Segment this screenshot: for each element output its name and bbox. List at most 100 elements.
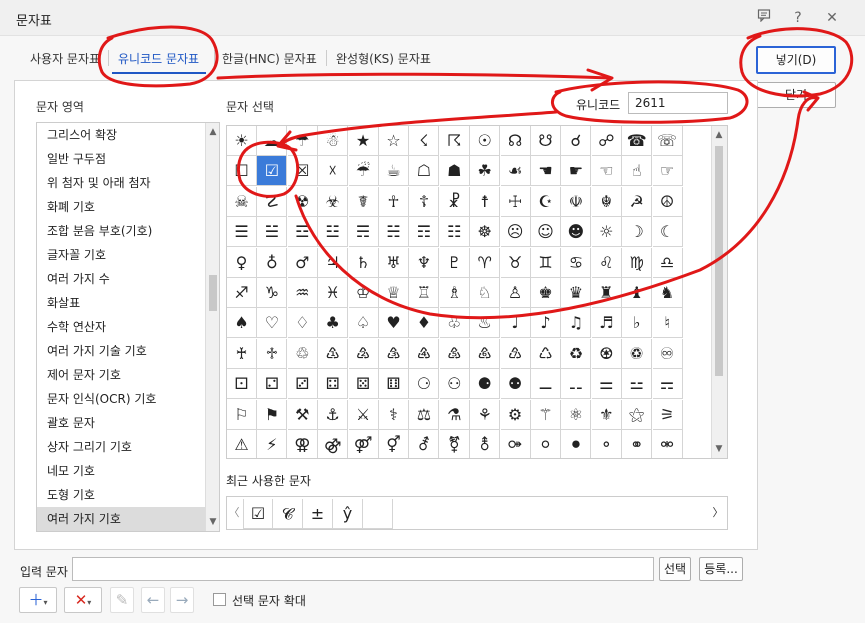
area-item[interactable]: 여러 가지 기술 기호 [37, 339, 219, 363]
area-item[interactable]: 그리스어 확장 [37, 123, 219, 147]
symbol-cell[interactable]: ☝ [622, 156, 653, 187]
symbol-cell[interactable]: ⚇ [439, 369, 470, 400]
symbol-cell[interactable]: ♬ [591, 308, 622, 339]
symbol-cell[interactable]: ☽ [622, 217, 653, 248]
symbol-cell[interactable]: ♰ [227, 338, 257, 369]
symbol-cell[interactable]: ☧ [439, 186, 470, 217]
symbol-cell[interactable]: ♝ [622, 278, 653, 308]
symbol-cell[interactable]: ♖ [409, 278, 440, 308]
symbol-cell[interactable]: ⚆ [409, 369, 440, 400]
symbol-cell[interactable]: ♆ [409, 247, 440, 278]
tab-hnc-charmap[interactable]: 한글(HNC) 문자표 [222, 50, 317, 67]
area-scrollbar[interactable]: ▲ ▼ [205, 123, 219, 531]
symbol-cell[interactable]: ♃ [318, 247, 349, 278]
symbol-cell[interactable]: ♽ [622, 338, 653, 369]
symbol-cell[interactable]: ♒ [287, 278, 318, 308]
symbol-cell[interactable]: ⚮ [653, 430, 683, 458]
symbol-cell[interactable]: ⚠ [227, 430, 257, 458]
symbol-grid[interactable]: ☀ ☁ ☂ ☃ ★ ☆ ☇ ☈ ☉ ☊ ☋ ☌ ☍ ☎ ☏ ☐ ☑ ☒ ☓ ☔ ☕ ☖ ☗ ☘ ☙ ☚ ☛ ☜ ☝ ☞ ☠ ☡ ☢ ☣ ☤ ☥ ☦ ☧ ☨ ☩… [226, 125, 728, 459]
symbol-cell[interactable]: ☶ [409, 217, 440, 248]
symbol-cell[interactable]: ♓ [318, 278, 349, 308]
symbol-cell[interactable]: ♚ [531, 278, 561, 308]
symbol-cell[interactable]: ⚀ [227, 369, 257, 400]
symbol-cell[interactable]: ☂ [287, 126, 318, 156]
symbol-cell[interactable]: ☙ [500, 156, 531, 187]
symbol-cell[interactable]: ⚄ [348, 369, 379, 400]
symbol-cell[interactable]: ☈ [439, 126, 470, 156]
symbol-cell[interactable]: ♌ [591, 247, 622, 278]
symbol-cell[interactable]: ♘ [470, 278, 501, 308]
symbol-cell[interactable]: ⚋ [561, 369, 592, 400]
symbol-cell[interactable]: ☮ [652, 186, 683, 217]
symbol-cell[interactable]: ☎ [622, 126, 653, 156]
symbol-cell[interactable]: ☡ [257, 186, 288, 217]
symbol-cell[interactable]: ☗ [439, 156, 470, 187]
symbol-cell[interactable]: ♡ [257, 308, 288, 339]
symbol-cell[interactable]: ⚎ [652, 369, 683, 400]
help-icon[interactable]: ? [787, 7, 809, 29]
scroll-thumb[interactable] [209, 275, 217, 311]
symbol-cell[interactable]: ♔ [348, 278, 379, 308]
symbol-cell[interactable]: ♾ [652, 338, 683, 369]
area-item[interactable]: 문자 인식(OCR) 기호 [37, 387, 219, 411]
area-list[interactable]: 그리스어 확장 일반 구두점 위 첨자 및 아래 첨자 화폐 기호 조합 분음 부호(기… [36, 122, 220, 532]
symbol-cell[interactable]: ★ [348, 126, 379, 156]
symbol-cell[interactable]: ⚚ [531, 399, 561, 430]
symbol-cell[interactable]: ♋ [561, 247, 592, 278]
symbol-cell[interactable]: ⚪ [531, 430, 561, 458]
symbol-cell[interactable]: ⚞ [652, 399, 683, 430]
symbol-cell[interactable]: ⚔ [348, 399, 379, 430]
symbol-cell[interactable]: ☰ [227, 217, 257, 248]
symbol-cell[interactable]: ♑ [257, 278, 288, 308]
symbol-cell[interactable]: ⚉ [500, 369, 531, 400]
symbol-cell[interactable]: ☷ [439, 217, 470, 248]
symbol-cell[interactable]: ☺ [531, 217, 561, 248]
symbol-cell[interactable]: ♦ [409, 308, 440, 339]
symbol-cell[interactable]: ♮ [652, 308, 683, 339]
area-item[interactable]: 화폐 기호 [37, 195, 219, 219]
symbol-cell[interactable]: ☳ [318, 217, 349, 248]
symbol-cell[interactable]: ⚘ [470, 399, 501, 430]
symbol-cell[interactable]: ☤ [348, 186, 379, 217]
symbol-cell[interactable]: ♱ [257, 338, 288, 369]
select-button[interactable]: 선택 [659, 557, 691, 581]
scroll-down-icon[interactable]: ▼ [712, 442, 726, 456]
symbol-cell[interactable]: ♁ [257, 247, 288, 278]
symbol-cell[interactable]: ☲ [287, 217, 318, 248]
symbol-cell-selected[interactable]: ☑ [257, 156, 288, 187]
input-field[interactable] [72, 557, 654, 581]
edit-icon[interactable]: ✎ [110, 587, 134, 613]
area-item[interactable]: 여러 가지 수 [37, 267, 219, 291]
symbol-cell[interactable]: ⚌ [591, 369, 622, 400]
symbol-cell[interactable]: ♜ [591, 278, 622, 308]
symbol-cell[interactable]: ♩ [500, 308, 531, 339]
symbol-cell[interactable]: ☥ [379, 186, 409, 217]
symbol-cell[interactable]: ☦ [409, 186, 440, 217]
symbol-cell[interactable]: ☖ [409, 156, 440, 187]
recent-char[interactable]: ☑ [243, 499, 273, 529]
area-item[interactable]: 여러 가지 기호 [37, 507, 219, 531]
enlarge-checkbox[interactable] [213, 593, 226, 606]
symbol-cell[interactable]: ⚓ [318, 399, 349, 430]
symbol-cell[interactable]: ⚢ [288, 430, 318, 458]
symbol-cell[interactable]: ♴ [348, 338, 379, 369]
symbol-cell[interactable]: ⚩ [501, 430, 531, 458]
close-icon[interactable]: ✕ [821, 7, 843, 29]
symbol-cell[interactable]: ⚗ [439, 399, 470, 430]
symbol-cell[interactable]: ⚒ [287, 399, 318, 430]
tab-user-charmap[interactable]: 사용자 문자표 [30, 50, 100, 67]
symbol-cell[interactable]: ♉ [500, 247, 531, 278]
area-item[interactable]: 글자꼴 기호 [37, 243, 219, 267]
symbol-cell[interactable]: ⚡ [257, 430, 288, 458]
symbol-cell[interactable]: ♍ [622, 247, 653, 278]
symbol-cell[interactable]: ☠ [227, 186, 257, 217]
scroll-thumb[interactable] [715, 146, 723, 376]
insert-button[interactable]: 넣기(D) [756, 46, 836, 74]
symbol-cell[interactable]: ♕ [379, 278, 409, 308]
symbol-cell[interactable]: ☛ [561, 156, 592, 187]
symbol-cell[interactable]: ☵ [379, 217, 409, 248]
symbol-cell[interactable]: ☜ [591, 156, 622, 187]
symbol-cell[interactable]: ☹ [500, 217, 531, 248]
symbol-cell[interactable]: ☆ [379, 126, 409, 156]
tab-unicode-charmap[interactable]: 유니코드 문자표 [118, 50, 199, 67]
